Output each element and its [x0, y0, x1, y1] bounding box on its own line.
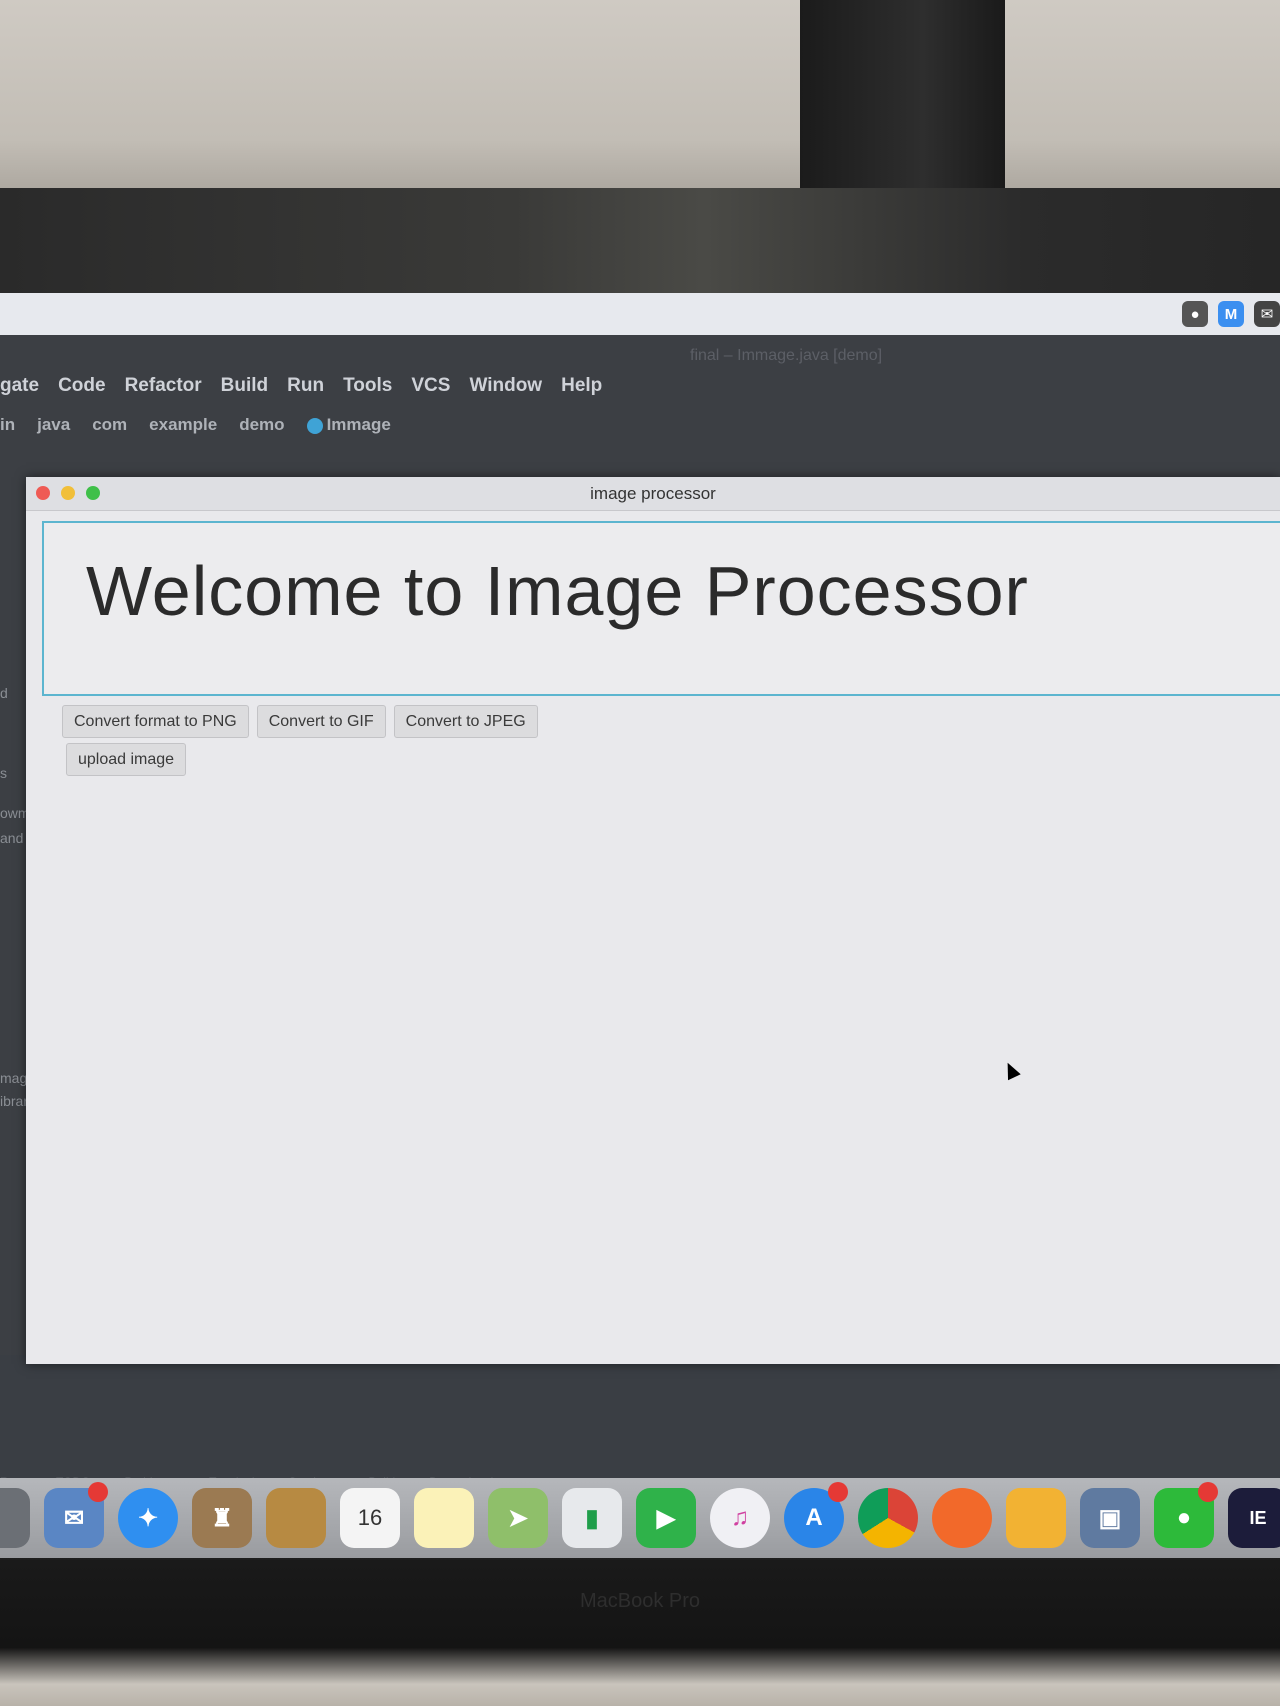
macos-menubar: ● M ✉: [0, 293, 1280, 335]
notification-badge: [828, 1482, 848, 1502]
menu-item-code[interactable]: Code: [58, 375, 106, 397]
menu-item-run[interactable]: Run: [287, 375, 324, 397]
app-store-icon[interactable]: A: [784, 1482, 848, 1548]
welcome-heading: Welcome to Image Processor: [86, 552, 1029, 630]
menu-item-navigate[interactable]: gate: [0, 375, 39, 397]
crumb-com[interactable]: com: [92, 415, 127, 435]
convert-button-row: Convert format to PNG Convert to GIF Con…: [62, 705, 538, 738]
macos-dock: ✉ ✦ ♜ 16 ➤ ▮ ▶ ♫ A ▣ ● IE: [0, 1478, 1280, 1558]
numbers-icon[interactable]: ▮: [562, 1488, 622, 1548]
bezel-top: [0, 188, 1280, 293]
window-title: image processor: [590, 484, 716, 503]
app-titlebar: image processor: [26, 477, 1280, 511]
firefox-icon[interactable]: [932, 1488, 992, 1548]
music-icon[interactable]: ♫: [710, 1488, 770, 1548]
notification-badge: [88, 1482, 108, 1502]
virtualbox-icon[interactable]: ▣: [1080, 1488, 1140, 1548]
class-icon: [306, 417, 323, 434]
image-processor-window: image processor Welcome to Image Process…: [26, 477, 1280, 1364]
crumb-immage[interactable]: Immage: [306, 415, 391, 435]
creative-cloud-icon[interactable]: ●: [1182, 301, 1208, 327]
package-icon[interactable]: [1006, 1488, 1066, 1548]
menu-item-window[interactable]: Window: [469, 375, 542, 397]
convert-png-button[interactable]: Convert format to PNG: [62, 705, 249, 738]
notification-badge: [1198, 1482, 1218, 1502]
menu-item-vcs[interactable]: VCS: [411, 375, 450, 397]
laptop-chin: [0, 1560, 1280, 1706]
contacts-icon[interactable]: [266, 1488, 326, 1548]
menu-item-build[interactable]: Build: [221, 375, 269, 397]
finder-icon[interactable]: [0, 1488, 30, 1548]
crumb-src[interactable]: in: [0, 415, 15, 435]
calendar-icon[interactable]: 16: [340, 1488, 400, 1548]
facetime-icon[interactable]: ▶: [636, 1488, 696, 1548]
crumb-java[interactable]: java: [37, 415, 70, 435]
laptop-brand: MacBook Pro: [579, 1590, 701, 1612]
chrome-icon[interactable]: [858, 1488, 918, 1548]
ide-title: final – Immage.java [demo]: [690, 347, 883, 364]
calendar-day: 16: [357, 1505, 383, 1530]
notes-icon[interactable]: [414, 1488, 474, 1548]
upload-image-button[interactable]: upload image: [66, 743, 187, 776]
wechat-tray-icon[interactable]: ✉: [1254, 301, 1280, 327]
side-label: s: [0, 765, 7, 781]
menu-item-help[interactable]: Help: [561, 375, 602, 397]
crumb-example[interactable]: example: [149, 415, 217, 435]
convert-gif-button[interactable]: Convert to GIF: [256, 705, 386, 738]
crumb-immage-label: Immage: [326, 415, 391, 434]
background-post: [800, 0, 1005, 195]
laptop-screen: ● M ✉ final – Immage.java [demo] gate Co…: [0, 293, 1280, 1488]
ide-window: final – Immage.java [demo] gate Code Ref…: [0, 335, 1280, 1488]
headline-panel: Welcome to Image Processor: [42, 521, 1280, 696]
wechat-icon[interactable]: ●: [1154, 1482, 1218, 1548]
crumb-demo[interactable]: demo: [239, 415, 284, 435]
ide-menu: gate Code Refactor Build Run Tools VCS W…: [0, 375, 602, 397]
preview-icon[interactable]: ♜: [192, 1488, 252, 1548]
breadcrumb: in java com example demo Immage: [0, 415, 391, 435]
convert-jpeg-button[interactable]: Convert to JPEG: [393, 705, 538, 738]
maps-icon[interactable]: ➤: [488, 1488, 548, 1548]
m-app-icon[interactable]: M: [1218, 301, 1244, 327]
menu-item-tools[interactable]: Tools: [343, 375, 392, 397]
side-label: d: [0, 685, 8, 701]
mail-icon[interactable]: ✉: [44, 1482, 108, 1548]
upload-row: upload image: [66, 743, 187, 776]
safari-icon[interactable]: ✦: [118, 1488, 178, 1548]
background-wall: [0, 0, 1280, 200]
intellij-icon[interactable]: IE: [1228, 1488, 1280, 1548]
menu-item-refactor[interactable]: Refactor: [125, 375, 202, 397]
menubar-tray: ● M ✉: [1182, 301, 1280, 327]
intellij-label: IE: [1249, 1507, 1267, 1528]
